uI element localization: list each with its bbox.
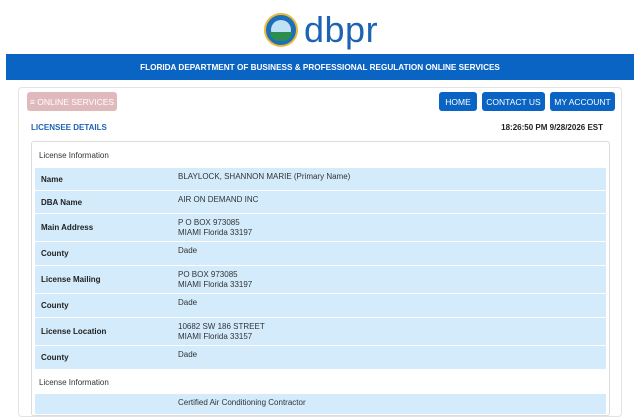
- home-button[interactable]: HOME: [439, 92, 477, 111]
- value-line: AIR ON DEMAND INC: [178, 195, 259, 204]
- row-value: BLAYLOCK, SHANNON MARIE (Primary Name): [178, 168, 606, 190]
- table-row: County Dade: [35, 242, 606, 266]
- value-line: BLAYLOCK, SHANNON MARIE (Primary Name): [178, 172, 351, 181]
- timestamp: 18:26:50 PM 9/28/2026 EST: [501, 123, 603, 132]
- row-label: Name: [41, 174, 63, 184]
- row-label: [35, 394, 178, 414]
- row-label: County: [41, 301, 69, 310]
- card-header: License Information: [39, 377, 109, 387]
- my-account-button[interactable]: MY ACCOUNT: [550, 92, 615, 111]
- table-row: DBA Name AIR ON DEMAND INC: [35, 191, 606, 214]
- row-value: Dade: [178, 294, 606, 317]
- table-row: County Dade: [35, 294, 606, 318]
- row-label: License Location: [41, 327, 107, 336]
- row-value: AIR ON DEMAND INC: [178, 191, 606, 213]
- row-value: Certified Air Conditioning Contractor: [178, 398, 306, 407]
- table-row: Main Address P O BOX 973085 MIAMI Florid…: [35, 214, 606, 242]
- table-row: License Mailing PO BOX 973085 MIAMI Flor…: [35, 266, 606, 294]
- value-line: MIAMI Florida 33157: [178, 332, 253, 341]
- table-row: License Location 10682 SW 186 STREET MIA…: [35, 318, 606, 346]
- row-label: License Mailing: [41, 275, 101, 284]
- banner-text: FLORIDA DEPARTMENT OF BUSINESS & PROFESS…: [140, 62, 500, 72]
- license-rows: Name BLAYLOCK, SHANNON MARIE (Primary Na…: [35, 168, 606, 370]
- card-header: License Information: [39, 150, 109, 160]
- row-value: Dade: [178, 346, 606, 369]
- value-line: P O BOX 973085: [178, 218, 240, 227]
- license-info-card: License Information Name BLAYLOCK, SHANN…: [31, 141, 610, 416]
- agency-banner: FLORIDA DEPARTMENT OF BUSINESS & PROFESS…: [6, 54, 634, 80]
- value-line: PO BOX 973085: [178, 270, 238, 279]
- row-label: Main Address: [41, 223, 94, 232]
- row-value: Dade: [178, 242, 606, 265]
- value-line: MIAMI Florida 33197: [178, 280, 253, 289]
- value-line: Dade: [178, 246, 198, 255]
- value-line: 10682 SW 186 STREET: [178, 322, 265, 331]
- contact-us-button[interactable]: CONTACT US: [482, 92, 545, 111]
- section-title: LICENSEE DETAILS: [31, 123, 107, 132]
- row-label: County: [41, 353, 69, 362]
- florida-seal-icon: [264, 13, 298, 47]
- dbpr-logo[interactable]: dbpr: [264, 10, 378, 50]
- table-row: Certified Air Conditioning Contractor: [35, 394, 606, 415]
- brand-name: dbpr: [304, 9, 379, 50]
- value-line: Dade: [178, 350, 198, 359]
- main-panel: ≡ ONLINE SERVICES HOME CONTACT US MY ACC…: [18, 87, 622, 417]
- table-row: County Dade: [35, 346, 606, 370]
- row-value: P O BOX 973085 MIAMI Florida 33197: [178, 214, 606, 241]
- value-line: Dade: [178, 298, 198, 307]
- row-label: County: [41, 249, 69, 258]
- license-rows: Certified Air Conditioning Contractor: [35, 394, 606, 415]
- row-value: PO BOX 973085 MIAMI Florida 33197: [178, 266, 606, 293]
- online-services-button[interactable]: ≡ ONLINE SERVICES: [27, 92, 117, 111]
- value-line: MIAMI Florida 33197: [178, 228, 253, 237]
- row-label: DBA Name: [41, 197, 83, 207]
- table-row: Name BLAYLOCK, SHANNON MARIE (Primary Na…: [35, 168, 606, 191]
- row-value: 10682 SW 186 STREET MIAMI Florida 33157: [178, 318, 606, 345]
